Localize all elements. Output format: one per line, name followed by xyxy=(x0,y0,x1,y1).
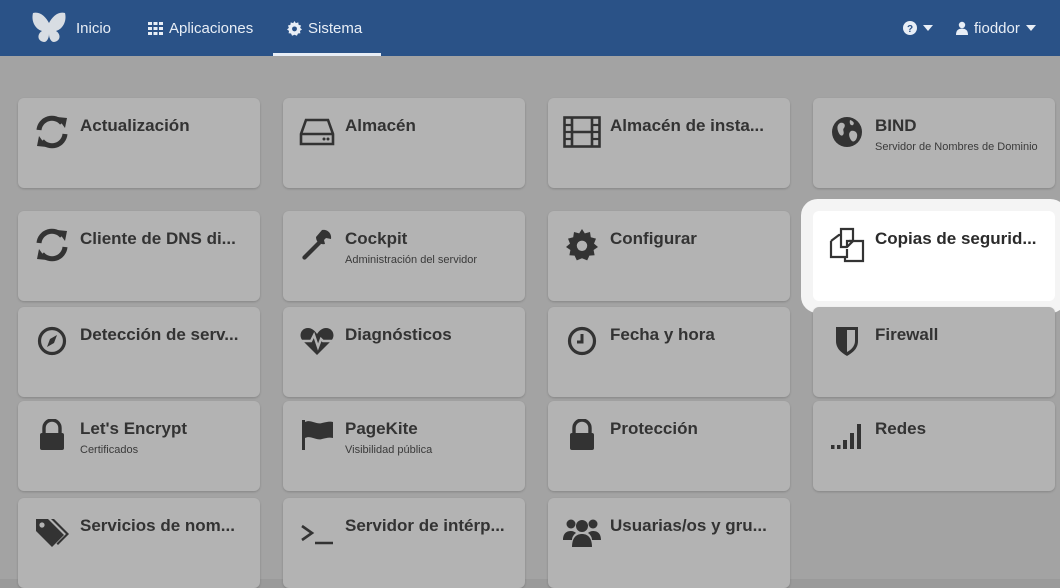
caret-down-icon xyxy=(1025,25,1036,31)
app-tile-title: Almacén de insta... xyxy=(610,116,764,135)
gear-icon xyxy=(287,20,302,36)
user-menu[interactable]: fioddor xyxy=(956,0,1036,56)
nav-applications[interactable]: Aplicaciones xyxy=(148,0,253,56)
app-tile-configure[interactable]: Configurar xyxy=(548,211,790,301)
copy-icon xyxy=(827,225,867,265)
app-tile-title: Copias de segurid... xyxy=(875,229,1037,248)
app-tile-snapshot-storage[interactable]: Almacén de insta... xyxy=(548,98,790,188)
top-navbar: Inicio Aplicaciones Sistema ? fioddor xyxy=(0,0,1060,56)
app-tile-diagnostics[interactable]: Diagnósticos xyxy=(283,307,525,397)
app-tile-title: Protección xyxy=(610,419,698,438)
app-tile-date-time[interactable]: Fecha y hora xyxy=(548,307,790,397)
terminal-icon xyxy=(297,512,337,552)
app-tile-cockpit[interactable]: Cockpit Administración del servidor xyxy=(283,211,525,301)
app-tile-title: Cockpit xyxy=(345,229,408,248)
nav-home[interactable]: Inicio xyxy=(76,0,111,56)
nav-applications-label: Aplicaciones xyxy=(169,19,254,37)
app-tile-title: Almacén xyxy=(345,116,416,135)
app-tile-subtitle: Servidor de Nombres de Dominio xyxy=(875,141,1038,153)
gear-icon xyxy=(562,225,602,265)
app-tile-users-groups[interactable]: Usuarias/os y gru... xyxy=(548,498,790,588)
app-tile-title: Let's Encrypt xyxy=(80,419,188,438)
caret-down-icon xyxy=(923,25,933,31)
nav-system[interactable]: Sistema xyxy=(287,0,362,56)
nav-system-label: Sistema xyxy=(308,19,363,37)
app-tile-name-services[interactable]: Servicios de nom... xyxy=(18,498,260,588)
user-icon xyxy=(956,21,968,35)
lock-icon xyxy=(562,415,602,455)
hard-drive-icon xyxy=(297,112,337,152)
app-tile-title: Cliente de DNS di... xyxy=(80,229,236,248)
nav-home-label: Inicio xyxy=(76,19,112,37)
lock-icon xyxy=(32,415,72,455)
app-tile-subtitle: Visibilidad pública xyxy=(345,444,433,456)
app-tile-title: Servidor de intérp... xyxy=(345,516,505,535)
app-tile-subtitle: Administración del servidor xyxy=(345,254,478,266)
flag-icon xyxy=(297,415,337,455)
app-tile-title: Redes xyxy=(875,419,927,438)
app-tile-networks[interactable]: Redes xyxy=(813,401,1055,491)
globe-icon xyxy=(827,112,867,152)
app-tile-pagekite[interactable]: PageKite Visibilidad pública xyxy=(283,401,525,491)
grid-icon xyxy=(148,21,163,35)
app-tile-bind[interactable]: BIND Servidor de Nombres de Dominio xyxy=(813,98,1055,188)
app-tile-backups[interactable]: Copias de segurid... xyxy=(813,211,1055,301)
app-tile-protection[interactable]: Protección xyxy=(548,401,790,491)
app-tile-title: PageKite xyxy=(345,419,418,438)
signal-icon xyxy=(827,415,867,455)
shield-icon xyxy=(827,321,867,361)
app-tile-subtitle: Certificados xyxy=(80,444,139,456)
user-name: fioddor xyxy=(974,19,1020,37)
app-tile-storage[interactable]: Almacén xyxy=(283,98,525,188)
app-tile-updates[interactable]: Actualización xyxy=(18,98,260,188)
svg-text:?: ? xyxy=(907,24,913,35)
wrench-icon xyxy=(297,225,337,265)
help-menu[interactable]: ? xyxy=(903,0,933,56)
app-tile-title: Fecha y hora xyxy=(610,325,715,344)
app-tile-title: Firewall xyxy=(875,325,939,344)
app-tile-title: BIND xyxy=(875,116,917,135)
app-tile-shell-server[interactable]: Servidor de intérp... xyxy=(283,498,525,588)
freedombox-logo-icon[interactable] xyxy=(30,9,68,49)
tags-icon xyxy=(32,512,72,552)
help-icon: ? xyxy=(903,21,917,35)
clock-icon xyxy=(562,321,602,361)
app-tile-lets-encrypt[interactable]: Let's Encrypt Certificados xyxy=(18,401,260,491)
app-tile-firewall[interactable]: Firewall xyxy=(813,307,1055,397)
app-tile-service-discovery[interactable]: Detección de serv... xyxy=(18,307,260,397)
app-tile-title: Usuarias/os y gru... xyxy=(610,516,767,535)
film-icon xyxy=(562,112,602,152)
app-tile-title: Actualización xyxy=(80,116,190,135)
users-icon xyxy=(562,512,602,552)
app-tile-title: Detección de serv... xyxy=(80,325,239,344)
heartbeat-icon xyxy=(297,321,337,361)
refresh-icon xyxy=(32,112,72,152)
compass-icon xyxy=(32,321,72,361)
app-tile-title: Diagnósticos xyxy=(345,325,452,344)
app-tile-title: Configurar xyxy=(610,229,697,248)
refresh-icon xyxy=(32,225,72,265)
app-tile-dynamic-dns[interactable]: Cliente de DNS di... xyxy=(18,211,260,301)
app-tile-title: Servicios de nom... xyxy=(80,516,235,535)
